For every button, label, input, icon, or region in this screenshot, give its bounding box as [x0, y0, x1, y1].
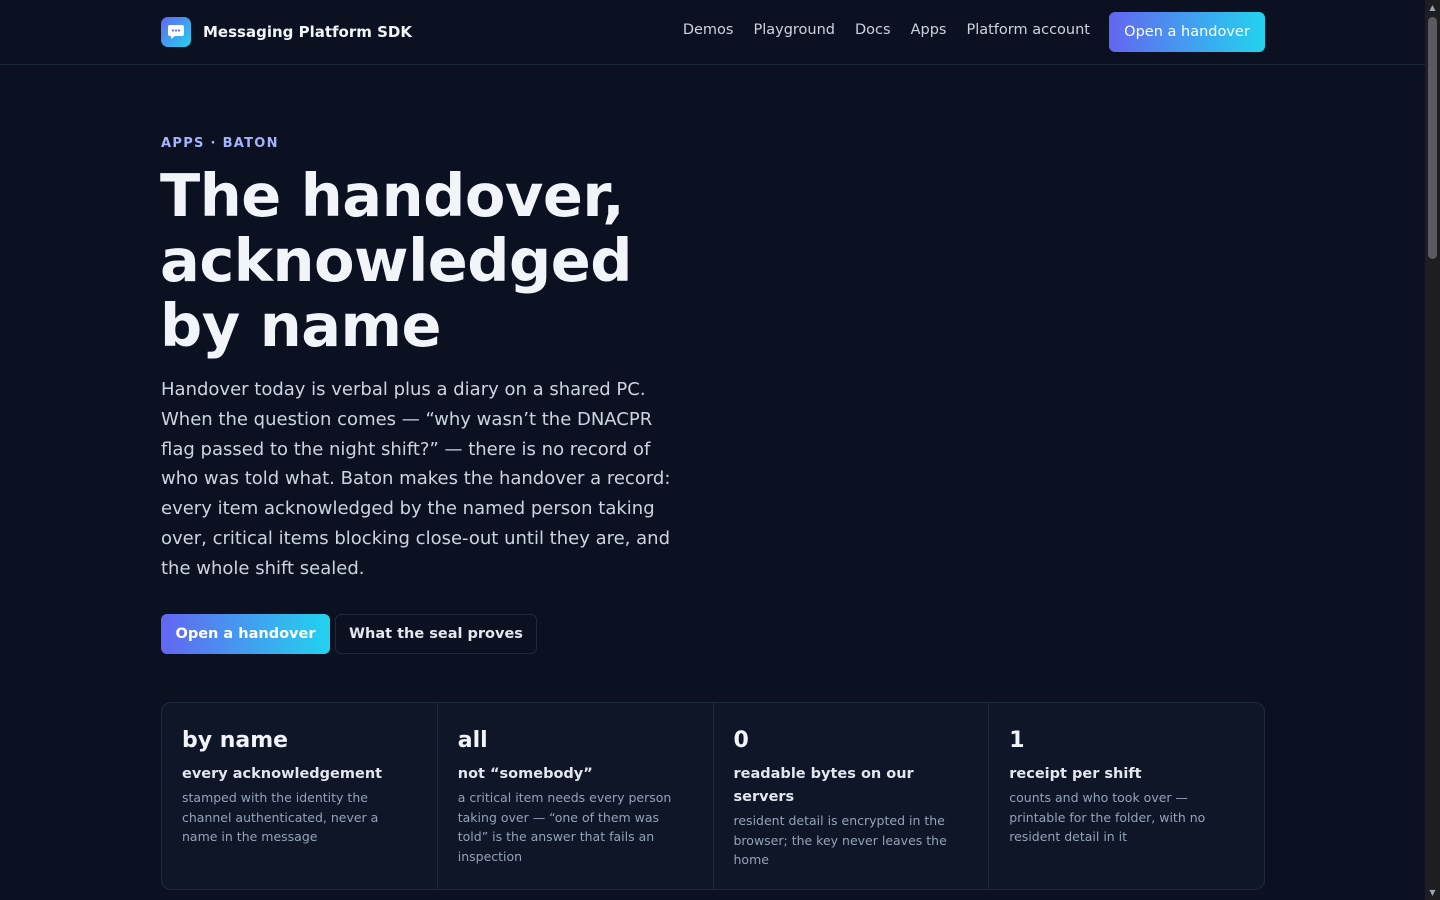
nav-item-playground[interactable]: Playground — [753, 22, 835, 38]
eyebrow-breadcrumb: APPS · BATON — [161, 136, 279, 151]
stat-label: not “somebody” — [457, 766, 593, 782]
chat-bubble-icon — [161, 17, 191, 47]
open-handover-button[interactable]: Open a handover — [161, 614, 330, 654]
stat-description: resident detail is encrypted in the brow… — [733, 813, 947, 868]
stat-label: receipt per shift — [1009, 766, 1142, 782]
stat-description: counts and who took over — printable for… — [1009, 790, 1206, 845]
open-handover-nav-button[interactable]: Open a handover — [1109, 12, 1265, 52]
nav-item-platform-account[interactable]: Platform account — [966, 22, 1090, 38]
top-nav-bar: Messaging Platform SDK Demos Playground … — [0, 0, 1425, 65]
stat-card: by name every acknowledgement stamped wi… — [162, 703, 438, 889]
page-title: The handover, acknowledged by name — [160, 161, 633, 360]
scroll-up-arrow-icon[interactable]: ▲ — [1425, 0, 1440, 15]
stat-card: 0 readable bytes on our servers resident… — [714, 703, 990, 889]
scroll-down-arrow-icon[interactable]: ▼ — [1425, 885, 1440, 900]
stat-card: 1 receipt per shift counts and who took … — [989, 703, 1264, 889]
nav-item-docs[interactable]: Docs — [855, 22, 891, 38]
brand-link[interactable]: Messaging Platform SDK — [161, 17, 412, 47]
hero-description: Handover today is verbal plus a diary on… — [161, 379, 671, 579]
stat-card: all not “somebody” a critical item needs… — [438, 703, 714, 889]
nav-item-demos[interactable]: Demos — [683, 22, 734, 38]
scrollbar-thumb[interactable] — [1428, 17, 1437, 259]
stat-description: a critical item needs every person takin… — [457, 790, 672, 865]
seal-proof-button[interactable]: What the seal proves — [335, 614, 537, 654]
stat-value: 0 — [733, 728, 749, 753]
nav-item-apps[interactable]: Apps — [911, 22, 947, 38]
stat-value: all — [457, 728, 488, 753]
stat-label: readable bytes on our servers — [733, 766, 914, 805]
main-nav: Demos Playground Docs Apps Platform acco… — [683, 22, 1090, 38]
stat-label: every acknowledgement — [182, 766, 383, 782]
brand-name: Messaging Platform SDK — [203, 23, 412, 41]
stat-description: stamped with the identity the channel au… — [182, 790, 379, 845]
stats-panel: by name every acknowledgement stamped wi… — [161, 702, 1265, 890]
stat-value: 1 — [1009, 728, 1025, 753]
page-scrollbar[interactable]: ▲ ▼ — [1425, 0, 1440, 900]
stat-value: by name — [182, 728, 289, 753]
